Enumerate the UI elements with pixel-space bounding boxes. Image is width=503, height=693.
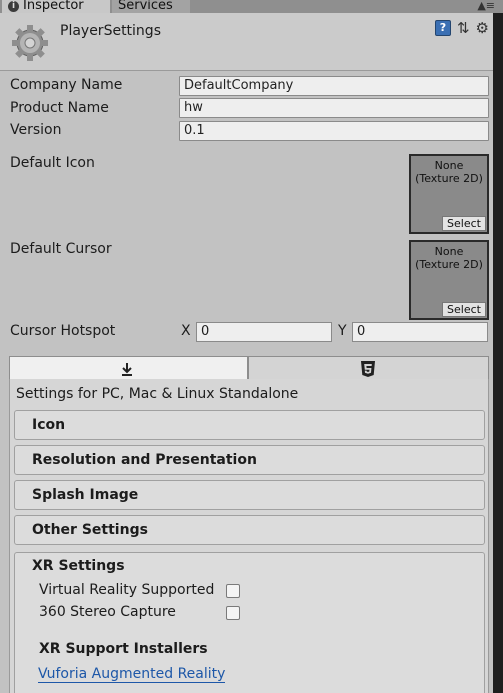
default-cursor-label: Default Cursor bbox=[10, 241, 112, 257]
default-icon-texture-line2: (Texture 2D) bbox=[415, 172, 483, 185]
player-settings-gear-icon bbox=[12, 25, 48, 61]
default-icon-select-button[interactable]: Select bbox=[442, 216, 486, 231]
window-tab-bar: i Inspector Services ▲≡ bbox=[0, 0, 503, 13]
product-name-field[interactable]: hw bbox=[179, 98, 489, 118]
default-cursor-texture-line2: (Texture 2D) bbox=[415, 258, 483, 271]
header-toolbar: ? ⇅ ⚙ bbox=[434, 20, 489, 36]
cursor-hotspot-label: Cursor Hotspot bbox=[10, 323, 116, 339]
section-other-settings[interactable]: Other Settings bbox=[14, 515, 485, 545]
tab-standalone[interactable] bbox=[9, 356, 248, 380]
version-field[interactable]: 0.1 bbox=[179, 121, 489, 141]
platform-tabs bbox=[9, 356, 489, 380]
default-cursor-texture-slot[interactable]: None (Texture 2D) Select bbox=[409, 240, 489, 320]
download-icon bbox=[122, 363, 132, 376]
tab-services-label: Services bbox=[118, 0, 173, 13]
presets-icon[interactable]: ⇅ bbox=[457, 20, 470, 36]
platform-settings-panel: Settings for PC, Mac & Linux Standalone … bbox=[9, 379, 489, 693]
tab-inspector[interactable]: i Inspector bbox=[2, 0, 110, 13]
tab-services[interactable]: Services bbox=[112, 0, 190, 13]
xr-support-installers-title: XR Support Installers bbox=[39, 641, 208, 657]
page-title: PlayerSettings bbox=[60, 23, 161, 39]
section-resolution-and-presentation[interactable]: Resolution and Presentation bbox=[14, 445, 485, 475]
default-cursor-select-button[interactable]: Select bbox=[442, 302, 486, 317]
stereo-capture-checkbox[interactable] bbox=[226, 606, 240, 620]
stereo-capture-label: 360 Stereo Capture bbox=[39, 604, 176, 620]
version-label: Version bbox=[10, 122, 62, 138]
inspector-header: PlayerSettings ? ⇅ ⚙ bbox=[0, 13, 493, 71]
default-icon-label: Default Icon bbox=[10, 155, 95, 171]
tab-inspector-label: Inspector bbox=[23, 0, 84, 13]
info-icon: i bbox=[8, 1, 19, 12]
xr-settings-title[interactable]: XR Settings bbox=[32, 558, 125, 574]
help-icon[interactable]: ? bbox=[434, 20, 451, 36]
default-cursor-texture-line1: None bbox=[434, 245, 464, 258]
vuforia-link[interactable]: Vuforia Augmented Reality bbox=[38, 666, 226, 683]
company-name-label: Company Name bbox=[10, 77, 123, 93]
scrollbar[interactable] bbox=[493, 13, 503, 693]
hotspot-y-label: Y bbox=[338, 323, 347, 339]
section-xr-settings: XR Settings Virtual Reality Supported 36… bbox=[14, 552, 485, 693]
default-icon-texture-line1: None bbox=[434, 159, 464, 172]
hotspot-x-label: X bbox=[181, 323, 191, 339]
company-name-field[interactable]: DefaultCompany bbox=[179, 76, 489, 96]
hotspot-y-field[interactable]: 0 bbox=[352, 322, 488, 342]
vr-supported-label: Virtual Reality Supported bbox=[39, 582, 215, 598]
section-splash-image[interactable]: Splash Image bbox=[14, 480, 485, 510]
html5-icon bbox=[361, 361, 375, 377]
tab-menu-icon[interactable]: ▲≡ bbox=[477, 0, 495, 13]
settings-for-label: Settings for PC, Mac & Linux Standalone bbox=[16, 386, 299, 402]
tab-webgl[interactable] bbox=[248, 356, 489, 380]
settings-gear-icon[interactable]: ⚙ bbox=[476, 20, 489, 36]
section-icon[interactable]: Icon bbox=[14, 410, 485, 440]
vr-supported-checkbox[interactable] bbox=[226, 584, 240, 598]
hotspot-x-field[interactable]: 0 bbox=[196, 322, 332, 342]
default-icon-texture-slot[interactable]: None (Texture 2D) Select bbox=[409, 154, 489, 234]
product-name-label: Product Name bbox=[10, 100, 109, 116]
